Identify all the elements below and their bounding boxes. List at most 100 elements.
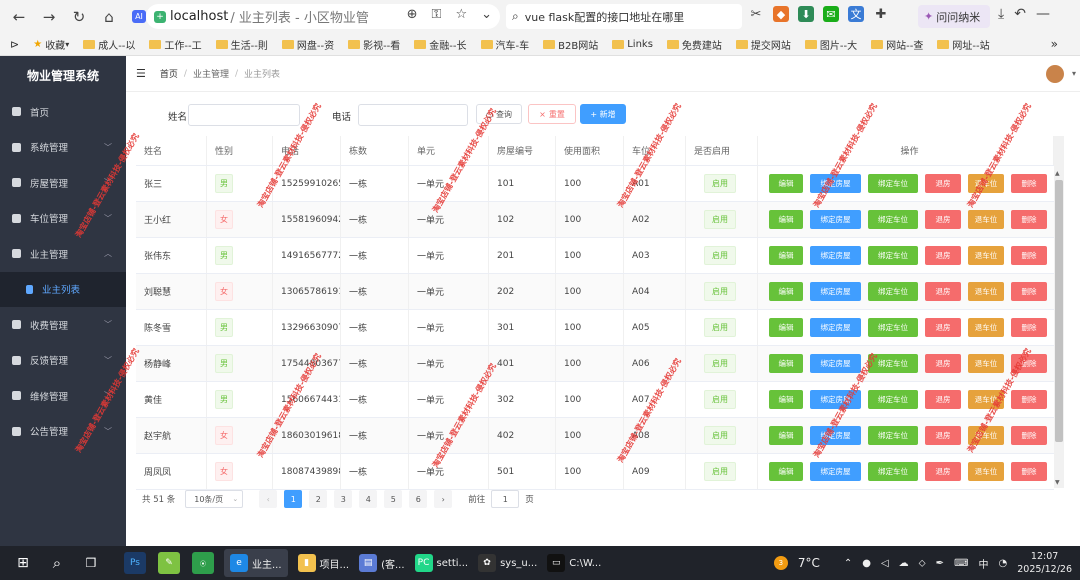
page-button[interactable]: 4 [359, 490, 378, 508]
page-size-select[interactable]: 10条/页 ⌄ [185, 490, 244, 508]
delete-button[interactable]: 删除 [1011, 426, 1047, 445]
breadcrumb-home[interactable]: 首页 [160, 67, 178, 80]
task-view-icon[interactable]: ❒ [80, 552, 102, 574]
zoom-icon[interactable]: ⊕ [407, 7, 418, 22]
clock[interactable]: 12:07 2025/12/26 [1017, 550, 1072, 576]
ime-mode-icon[interactable]: ◔ [999, 558, 1008, 569]
reload-icon[interactable]: ↻ [66, 4, 92, 30]
bookmark-item[interactable]: 网盘--资 [281, 37, 334, 52]
page-button[interactable]: 6 [409, 490, 428, 508]
bookmark-item[interactable]: ★ 收藏 ▾ [33, 37, 69, 52]
notepad-icon[interactable]: ✎ [158, 552, 180, 574]
ime-indicator[interactable]: 中 [979, 556, 989, 571]
chevron-up-icon[interactable]: ⌃ [844, 558, 852, 569]
checkout-house-button[interactable]: 退房 [925, 282, 961, 301]
bookmark-item[interactable]: 图片--大 [804, 37, 857, 52]
next-page-button[interactable]: › [434, 490, 453, 508]
bookmark-item[interactable]: 生活--則 [215, 37, 268, 52]
bind-parking-button[interactable]: 绑定车位 [868, 174, 918, 193]
bookmark-item[interactable]: 汽车-车 [480, 37, 529, 52]
downloads-icon[interactable]: ⤓ [998, 6, 1004, 22]
page-button[interactable]: 2 [309, 490, 328, 508]
release-parking-button[interactable]: 退车位 [968, 282, 1004, 301]
forward-icon[interactable]: → [36, 4, 62, 30]
network-icon[interactable]: ⬦ [919, 558, 926, 569]
sidebar-item-1[interactable]: 系统管理 ﹀ [0, 130, 126, 166]
bookmark-item[interactable]: 提交网站 [735, 37, 791, 52]
translate-extension-icon[interactable]: 文 [848, 6, 864, 22]
sidebar-item-8[interactable]: 公告管理 ﹀ [0, 414, 126, 450]
sidebar-toggle-icon[interactable]: ⊳ [10, 38, 19, 51]
bind-parking-button[interactable]: 绑定车位 [868, 318, 918, 337]
search-icon[interactable]: ⌕ [46, 552, 68, 574]
edit-button[interactable]: 编辑 [769, 282, 803, 301]
bookmark-item[interactable]: 网站--查 [871, 37, 923, 52]
puzzle-icon[interactable]: ✚ [873, 6, 889, 22]
release-parking-button[interactable]: 退车位 [968, 246, 1004, 265]
avatar[interactable] [1046, 65, 1064, 83]
windows-start-icon[interactable]: ⊞ [12, 552, 34, 574]
edit-button[interactable]: 编辑 [769, 210, 803, 229]
delete-button[interactable]: 删除 [1011, 210, 1047, 229]
bookmark-item[interactable]: 免费建站 [666, 37, 722, 52]
bind-parking-button[interactable]: 绑定车位 [868, 426, 918, 445]
scissors-icon[interactable]: ✂ [748, 6, 764, 22]
pen-icon[interactable]: ✒ [936, 558, 944, 569]
edit-button[interactable]: 编辑 [769, 246, 803, 265]
delete-button[interactable]: 删除 [1011, 390, 1047, 409]
bind-house-button[interactable]: 绑定房屋 [810, 462, 861, 481]
ask-button[interactable]: ✦ 问问纳米 [918, 5, 990, 28]
name-filter-input[interactable] [188, 104, 300, 126]
release-parking-button[interactable]: 退车位 [968, 462, 1004, 481]
edit-button[interactable]: 编辑 [769, 174, 803, 193]
bind-house-button[interactable]: 绑定房屋 [810, 210, 861, 229]
table-scrollbar[interactable]: ▲ ▼ [1054, 136, 1064, 488]
taskbar-app[interactable]: ✿ sys_u... [478, 554, 537, 572]
more-bookmarks-icon[interactable]: » [1051, 37, 1058, 51]
bind-parking-button[interactable]: 绑定车位 [868, 462, 918, 481]
page-button[interactable]: 5 [384, 490, 403, 508]
weather-icon[interactable]: 3 [773, 556, 788, 570]
video-app-icon[interactable]: ⦿ [192, 552, 214, 574]
taskbar-app[interactable]: PC setti... [414, 554, 468, 572]
bind-parking-button[interactable]: 绑定车位 [868, 282, 918, 301]
key-icon[interactable]: ⚿ [432, 7, 442, 22]
sidebar-item-5[interactable]: 收费管理 ﹀ [0, 307, 126, 343]
checkout-house-button[interactable]: 退房 [925, 462, 961, 481]
scroll-down-icon[interactable]: ▼ [1055, 479, 1060, 486]
delete-button[interactable]: 删除 [1011, 318, 1047, 337]
delete-button[interactable]: 删除 [1011, 282, 1047, 301]
photoshop-icon[interactable]: Ps [124, 552, 146, 574]
back-icon[interactable]: ← [6, 4, 32, 30]
address-bar[interactable]: + localhost / 业主列表 - 小区物业管 ⊕ ⚿ ☆ ⌄ [146, 4, 500, 29]
edit-button[interactable]: 编辑 [769, 354, 803, 373]
bind-house-button[interactable]: 绑定房屋 [810, 246, 861, 265]
taskbar-app[interactable]: ▭ C:\W... [547, 554, 601, 572]
taskbar-app[interactable]: ▤ (客... [359, 554, 405, 572]
checkout-house-button[interactable]: 退房 [925, 390, 961, 409]
bookmark-item[interactable]: 工作--工 [149, 37, 202, 52]
scroll-thumb[interactable] [1055, 180, 1063, 442]
taskbar-app[interactable]: ▮ 项目... [297, 554, 349, 572]
bind-house-button[interactable]: 绑定房屋 [810, 318, 861, 337]
prev-page-button[interactable]: ‹ [259, 490, 278, 508]
sidebar-item-6[interactable]: 反馈管理 ﹀ [0, 343, 126, 379]
taskbar-app[interactable]: e 业主... [224, 549, 288, 577]
release-parking-button[interactable]: 退车位 [968, 210, 1004, 229]
bookmark-item[interactable]: 影视--看 [348, 37, 400, 52]
bind-house-button[interactable]: 绑定房屋 [810, 354, 861, 373]
edit-button[interactable]: 编辑 [769, 390, 803, 409]
penguin-icon[interactable]: ● [862, 558, 871, 569]
bookmark-item[interactable]: Links [612, 39, 653, 50]
edit-button[interactable]: 编辑 [769, 426, 803, 445]
bookmark-item[interactable]: 金融--长 [414, 37, 467, 52]
checkout-house-button[interactable]: 退房 [925, 174, 961, 193]
edit-button[interactable]: 编辑 [769, 318, 803, 337]
breadcrumb-owner-mgmt[interactable]: 业主管理 [193, 67, 229, 80]
checkout-house-button[interactable]: 退房 [925, 246, 961, 265]
fox-extension-icon[interactable]: ◆ [773, 6, 789, 22]
star-icon[interactable]: ☆ [455, 7, 467, 22]
bind-house-button[interactable]: 绑定房屋 [810, 282, 861, 301]
scroll-up-icon[interactable]: ▲ [1055, 170, 1060, 177]
add-button[interactable]: + 新增 [580, 104, 626, 124]
